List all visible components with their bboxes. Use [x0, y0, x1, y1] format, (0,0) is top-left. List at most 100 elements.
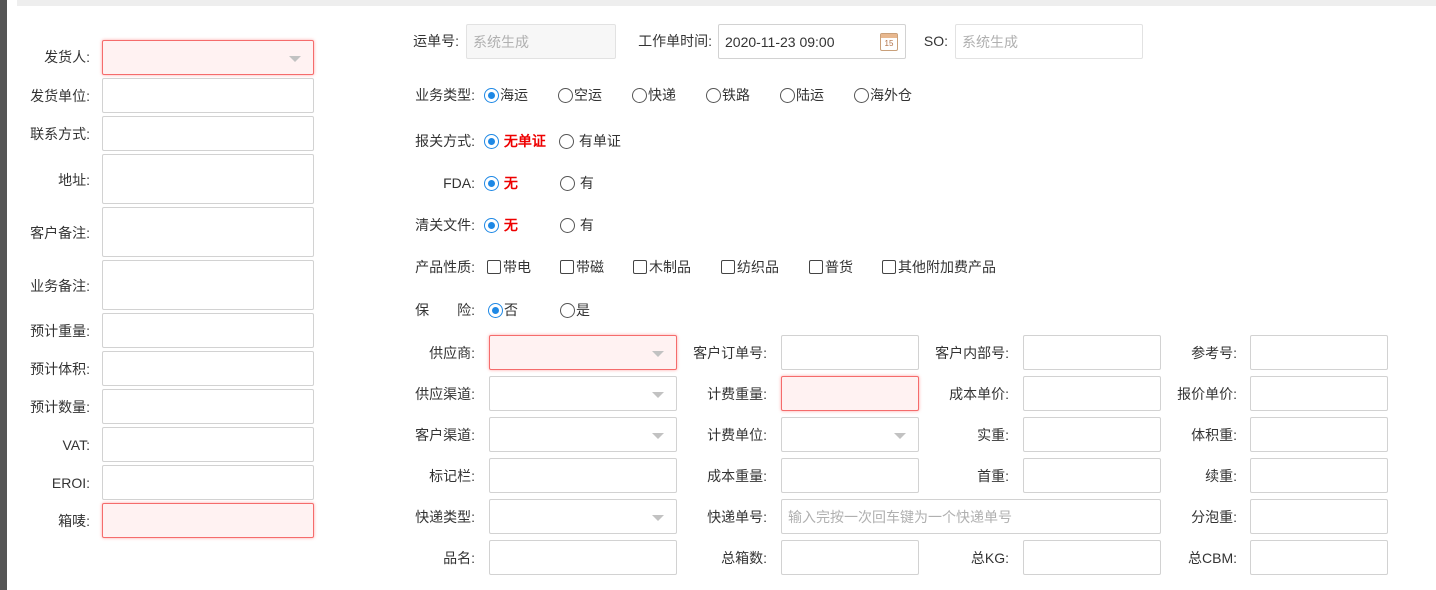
product-label: 产品性质: [415, 259, 475, 275]
insurance-option-no[interactable]: 否 [488, 300, 518, 320]
clearance-option-yes[interactable]: 有 [560, 215, 594, 235]
extra-weight-input[interactable] [1250, 458, 1388, 493]
total-cbm-input[interactable] [1250, 540, 1388, 575]
volume-weight-input[interactable] [1250, 417, 1388, 452]
clearance-option-no[interactable]: 无 [484, 215, 518, 235]
insurance-label: 保 险: [415, 302, 475, 318]
worktime-input[interactable]: 2020-11-23 09:00 15 [718, 24, 906, 59]
business-type-label: 业务类型: [415, 87, 475, 103]
express-type-select[interactable] [489, 499, 677, 534]
product-option-magnetic[interactable]: 带磁 [560, 257, 604, 277]
address-textarea[interactable] [102, 154, 314, 204]
customs-option-with[interactable]: 有单证 [559, 131, 621, 151]
chevron-down-icon [894, 433, 906, 439]
mark-label: 箱唛: [58, 513, 90, 529]
checkbox-icon [721, 260, 735, 274]
business-note-label: 业务备注: [30, 278, 90, 294]
radio-icon [484, 134, 499, 149]
business-type-option-sea[interactable]: 海运 [484, 85, 528, 105]
mark-input[interactable] [102, 503, 314, 538]
calendar-icon[interactable]: 15 [880, 33, 898, 51]
customer-note-textarea[interactable] [102, 207, 314, 257]
customer-internal-input[interactable] [1023, 335, 1161, 370]
bubble-weight-input[interactable] [1250, 499, 1388, 534]
first-weight-input[interactable] [1023, 458, 1161, 493]
radio-icon [560, 218, 575, 233]
vat-input[interactable] [102, 427, 314, 462]
product-name-label: 品名: [443, 550, 475, 566]
customer-internal-label: 客户内部号: [935, 345, 1009, 361]
checkbox-icon [560, 260, 574, 274]
eori-input[interactable] [102, 465, 314, 500]
charge-weight-input[interactable] [781, 376, 919, 411]
checkbox-icon [487, 260, 501, 274]
customs-option-none[interactable]: 无单证 [484, 131, 546, 151]
mark-col-input[interactable] [489, 458, 677, 493]
radio-icon [484, 88, 499, 103]
est-qty-input[interactable] [102, 389, 314, 424]
total-cbm-label: 总CBM: [1188, 550, 1237, 566]
cost-price-label: 成本单价: [949, 386, 1009, 402]
express-type-label: 快递类型: [415, 509, 475, 525]
product-option-electric[interactable]: 带电 [487, 257, 531, 277]
top-bar-gap [7, 0, 17, 6]
charge-unit-select[interactable] [781, 417, 919, 452]
supplier-label: 供应商: [429, 345, 475, 361]
actual-weight-input[interactable] [1023, 417, 1161, 452]
radio-icon [854, 88, 869, 103]
so-input[interactable]: 系统生成 [955, 24, 1143, 59]
shipper-select[interactable] [102, 40, 314, 75]
fda-option-yes[interactable]: 有 [560, 173, 594, 193]
radio-icon [632, 88, 647, 103]
checkbox-icon [882, 260, 896, 274]
product-option-wood[interactable]: 木制品 [633, 257, 691, 277]
supply-channel-select[interactable] [489, 376, 677, 411]
product-option-textile[interactable]: 纺织品 [721, 257, 779, 277]
est-volume-input[interactable] [102, 351, 314, 386]
shipper-unit-input[interactable] [102, 78, 314, 113]
est-weight-input[interactable] [102, 313, 314, 348]
reference-input[interactable] [1250, 335, 1388, 370]
express-no-label: 快递单号: [707, 509, 767, 525]
business-type-option-land[interactable]: 陆运 [780, 85, 824, 105]
insurance-option-yes[interactable]: 是 [560, 300, 590, 320]
customer-order-input[interactable] [781, 335, 919, 370]
eori-label: EROI: [51, 475, 90, 491]
express-no-input[interactable]: 输入完按一次回车键为一个快递单号 [781, 499, 1161, 534]
business-type-option-overseas[interactable]: 海外仓 [854, 85, 912, 105]
checkbox-icon [633, 260, 647, 274]
total-boxes-input[interactable] [781, 540, 919, 575]
product-option-general[interactable]: 普货 [809, 257, 853, 277]
mark-col-label: 标记栏: [429, 468, 475, 484]
customer-channel-select[interactable] [489, 417, 677, 452]
cost-price-input[interactable] [1023, 376, 1161, 411]
quote-price-label: 报价单价: [1177, 386, 1237, 402]
est-volume-label: 预计体积: [30, 361, 90, 377]
total-kg-input[interactable] [1023, 540, 1161, 575]
business-type-option-express[interactable]: 快递 [632, 85, 676, 105]
chevron-down-icon [652, 351, 664, 357]
contact-input[interactable] [102, 116, 314, 151]
actual-weight-label: 实重: [977, 427, 1009, 443]
quote-price-input[interactable] [1250, 376, 1388, 411]
business-note-textarea[interactable] [102, 260, 314, 310]
product-option-other[interactable]: 其他附加费产品 [882, 257, 996, 277]
shipper-label: 发货人: [44, 49, 90, 65]
vat-label: VAT: [62, 437, 91, 453]
so-placeholder: 系统生成 [962, 34, 1018, 50]
product-name-input[interactable] [489, 540, 677, 575]
business-type-option-air[interactable]: 空运 [558, 85, 602, 105]
fda-option-no[interactable]: 无 [484, 173, 518, 193]
est-weight-label: 预计重量: [30, 323, 90, 339]
clearance-label: 清关文件: [415, 217, 475, 233]
supplier-select[interactable] [489, 335, 677, 370]
top-bar [0, 0, 1436, 6]
cost-weight-input[interactable] [781, 458, 919, 493]
left-edge [0, 0, 7, 590]
chevron-down-icon [652, 392, 664, 398]
business-type-option-rail[interactable]: 铁路 [706, 85, 750, 105]
waybill-input[interactable]: 系统生成 [466, 24, 616, 59]
radio-icon [558, 88, 573, 103]
first-weight-label: 首重: [977, 468, 1009, 484]
radio-icon [488, 303, 503, 318]
